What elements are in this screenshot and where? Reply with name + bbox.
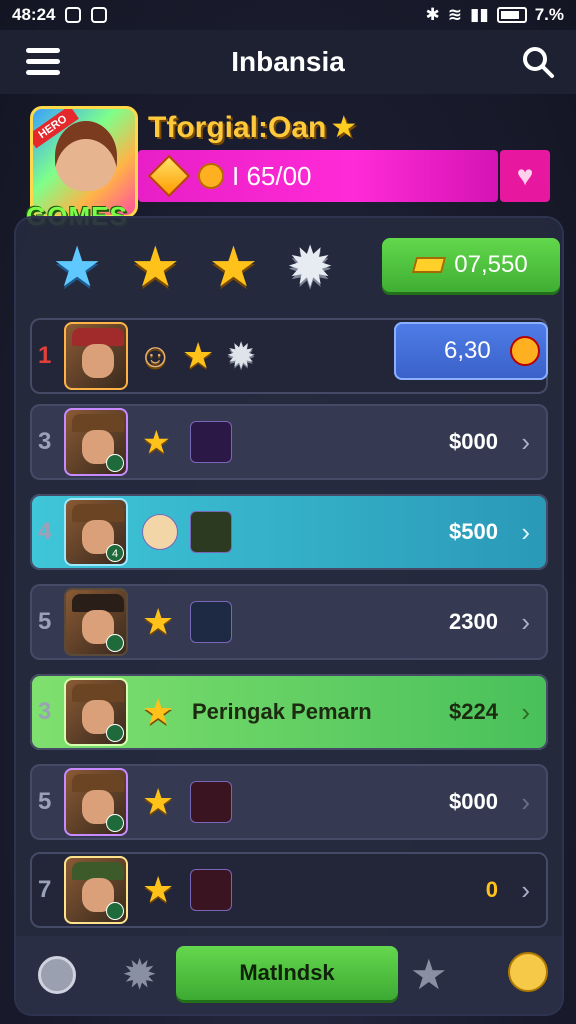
star-icon: ★: [142, 691, 175, 732]
score-value: 6,30: [444, 337, 491, 364]
leaderboard-row[interactable]: 7 ★ 0 ›: [30, 852, 548, 928]
player-avatar: [64, 588, 128, 656]
score-button[interactable]: 6,30: [394, 322, 548, 380]
app-title: Inbansia: [231, 46, 345, 77]
treasure-item-icon: [190, 511, 232, 553]
battery-percent: 7.%: [534, 5, 564, 24]
rank-number: 3: [38, 428, 52, 455]
status-time: 48:24: [12, 5, 56, 24]
star-icon: ★: [142, 781, 175, 822]
player-avatar: [64, 678, 128, 746]
feather-item-icon: [190, 869, 232, 911]
star-icon: ★: [142, 869, 175, 910]
leaderboard-row[interactable]: 3 ★ $000 ›: [30, 404, 548, 480]
chevron-right-icon: ›: [521, 786, 530, 817]
coin-icon: [198, 163, 224, 189]
bottom-navigation: ✹ MatIndsk ★: [16, 936, 562, 1014]
chevron-right-icon: ›: [521, 874, 530, 905]
leaderboard-row[interactable]: 5 ★ $000 ›: [30, 764, 548, 840]
gold-star-icon[interactable]: ★: [130, 239, 180, 295]
gold-star-sparkle-icon[interactable]: ★: [208, 239, 258, 295]
menu-icon[interactable]: [26, 48, 60, 75]
gold-currency-button[interactable]: 07,550: [382, 238, 560, 292]
player-avatar: 4: [64, 498, 128, 566]
coin-icon: [510, 336, 540, 366]
player-avatar: [64, 768, 128, 836]
chevron-right-icon: ›: [521, 606, 530, 637]
rank-number: 5: [38, 788, 52, 815]
status-bar: 48:24 ✱ ≋ ▮▮ 7.%: [0, 0, 576, 30]
player-avatar: [64, 856, 128, 924]
row-value: 2300: [449, 609, 498, 634]
silver-star-icon[interactable]: ✹: [287, 239, 334, 295]
chevron-right-icon: ›: [521, 516, 530, 547]
player-badge-icon: ☺: [138, 336, 173, 375]
cannon-item-icon: [190, 601, 232, 643]
player-avatar: [64, 322, 128, 390]
heart-icon: ♥: [516, 160, 534, 191]
wifi-icon: ≋: [447, 5, 462, 24]
weapon-item-icon: [190, 421, 232, 463]
search-icon[interactable]: [520, 44, 556, 80]
rank-number: 1: [38, 342, 52, 369]
currency-bar: I 65/00: [138, 150, 498, 202]
smiley-icon[interactable]: [508, 952, 548, 992]
leaderboard-row[interactable]: 1 ☺ ★ ✹ 6,30: [30, 318, 548, 394]
rank-number: 4: [38, 518, 52, 545]
gold-bar-icon: [412, 257, 447, 273]
row-value: $224: [449, 699, 498, 724]
star-icon: ★: [182, 335, 215, 376]
bluetooth-icon: ✱: [425, 5, 440, 24]
row-value: $500: [449, 519, 498, 544]
silver-badge-icon: ✹: [226, 335, 257, 376]
player-name: Tforgial:Oan ★: [148, 110, 357, 145]
row-value: $000: [449, 789, 498, 814]
blue-star-icon[interactable]: ★: [52, 239, 102, 295]
leaderboard-row[interactable]: 5 ★ 2300 ›: [30, 584, 548, 660]
leaderboard-row[interactable]: 3 ★ Peringak Pemarn $224 ›: [30, 674, 548, 750]
star-icon: ★: [330, 111, 358, 144]
currency-value: I 65/00: [232, 160, 312, 191]
row-value: 0: [485, 877, 498, 902]
gold-value: 07,550: [454, 251, 528, 278]
rank-number: 5: [38, 608, 52, 635]
player-avatar: [64, 408, 128, 476]
row-label: Peringak Pemarn: [192, 699, 372, 724]
battery-icon: [496, 7, 527, 23]
heart-button[interactable]: ♥: [500, 150, 550, 202]
main-action-button[interactable]: MatIndsk: [176, 946, 398, 1000]
star-icon: ★: [142, 424, 171, 460]
bandage-item-icon: [142, 514, 178, 550]
player-name-text: Tforgial:Oan: [148, 111, 327, 144]
image-icon: [91, 7, 108, 23]
rank-number: 7: [38, 876, 52, 903]
leaderboard-row[interactable]: 4 4 $500 ›: [30, 494, 548, 570]
feather-item-icon: [190, 781, 232, 823]
chevron-right-icon: ›: [521, 426, 530, 457]
rank-number: 3: [38, 698, 52, 725]
star-nav-icon[interactable]: ✹: [122, 950, 157, 999]
star-nav-icon[interactable]: ★: [410, 950, 448, 999]
signal-icon: ▮▮: [469, 5, 489, 24]
gem-icon: [147, 154, 191, 198]
profile-header: HERO GOMES Tforgial:Oan ★ I 65/00 ♥: [26, 106, 550, 231]
app-bar: Inbansia: [0, 30, 576, 94]
notification-icon: [65, 7, 82, 23]
leaderboard-panel: ★ ★ ★ ✹ 07,550 1 ☺ ★ ✹ 6,30 3 ★ $000 › 4…: [16, 218, 562, 1014]
star-icon: ★: [142, 601, 175, 642]
chevron-right-icon: ›: [521, 696, 530, 727]
info-icon[interactable]: [38, 956, 76, 994]
row-value: $000: [449, 429, 498, 454]
